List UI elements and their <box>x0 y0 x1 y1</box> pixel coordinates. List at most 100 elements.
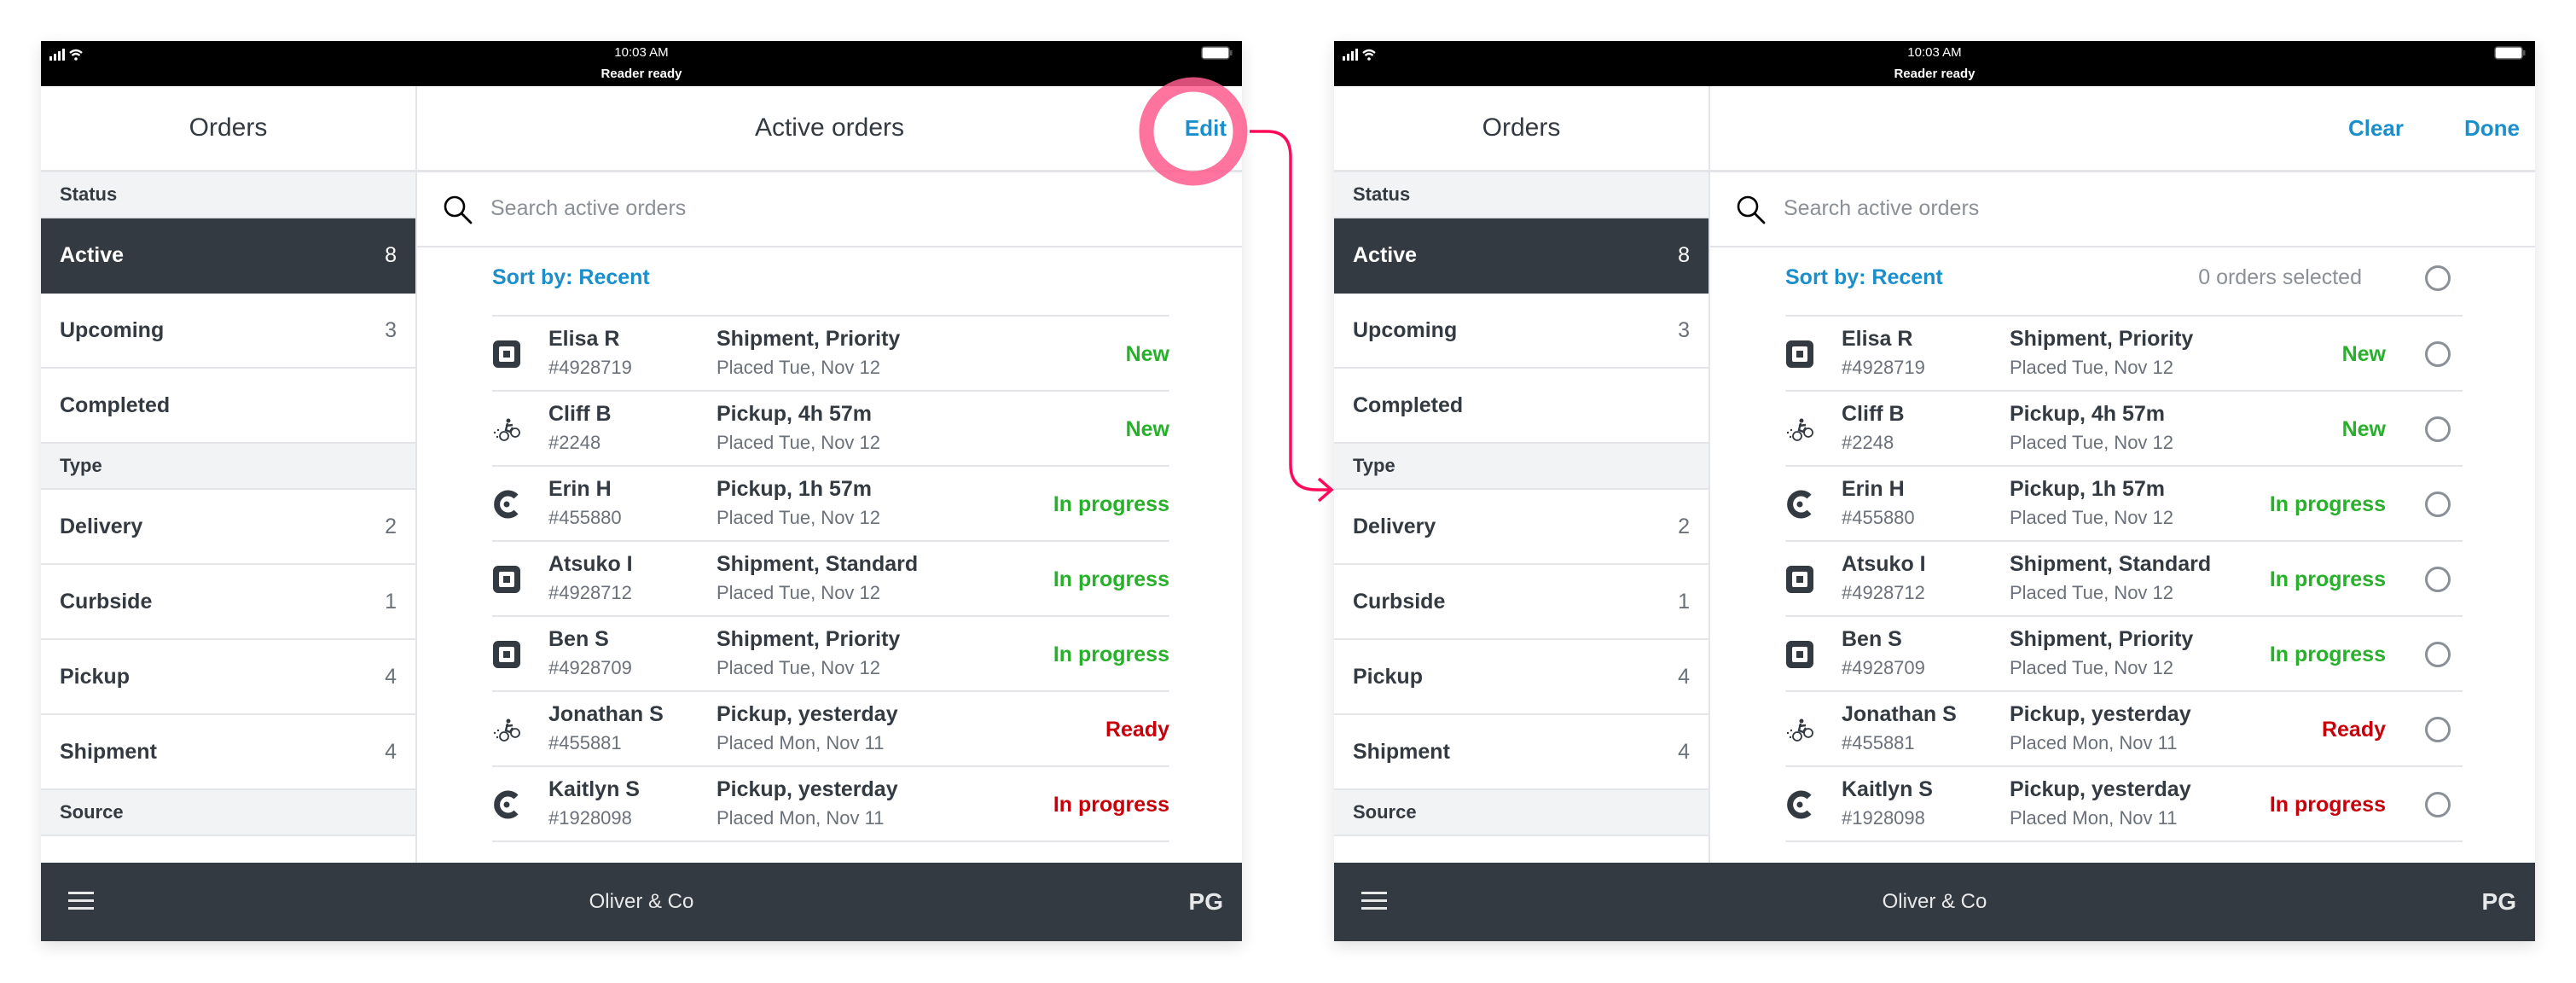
customer-name: Elisa R <box>1842 327 1913 351</box>
sidebar-item-label: Curbside <box>1353 589 1446 614</box>
orders-main-panel: Active orders Edit Sort by: Recent Elisa… <box>417 86 1242 863</box>
placed-date: Placed Tue, Nov 12 <box>717 357 881 378</box>
sidebar-item-upcoming[interactable]: Upcoming 3 <box>1334 294 1709 369</box>
orders-main-panel: Clear Done Sort by: Recent 0 orders sele… <box>1710 86 2535 863</box>
sidebar-title: Orders <box>1334 86 1709 172</box>
order-status: New <box>2341 417 2386 441</box>
placed-date: Placed Tue, Nov 12 <box>717 507 881 528</box>
sort-by-button[interactable]: Sort by: Recent <box>492 265 650 290</box>
order-row[interactable]: Kaitlyn S #1928098 Pickup, yesterday Placed… <box>492 767 1169 842</box>
sidebar-item-delivery[interactable]: Delivery 2 <box>41 490 415 565</box>
fulfillment-type: Shipment, Standard <box>717 552 919 576</box>
status-bar: 10:03 AM Reader ready <box>1334 41 2535 86</box>
search-bar <box>1710 172 2535 247</box>
caviar-c-icon <box>492 789 521 820</box>
main-header: Clear Done <box>1710 86 2535 172</box>
order-row[interactable]: Elisa R #4928719 Shipment, Priority Placed … <box>492 317 1169 392</box>
fulfillment-type: Pickup, 1h 57m <box>2010 477 2166 501</box>
order-row[interactable]: Kaitlyn S #1928098 Pickup, yesterday Placed… <box>1785 767 2463 842</box>
fulfillment-type: Pickup, 4h 57m <box>717 402 873 426</box>
bottom-bar: Oliver & Co PG <box>1334 863 2535 941</box>
sort-by-button[interactable]: Sort by: Recent <box>1785 265 1943 290</box>
user-avatar-initials[interactable]: PG <box>2482 863 2516 941</box>
square-logo-icon <box>492 339 521 369</box>
clear-button[interactable]: Clear <box>2348 86 2404 170</box>
search-bar <box>417 172 1242 247</box>
order-row[interactable]: Ben S #4928709 Shipment, Priority Placed Tu… <box>1785 617 2463 692</box>
order-number: #4928719 <box>1842 357 1925 378</box>
select-order-radio[interactable] <box>2425 717 2451 742</box>
orders-list: Sort by: Recent 0 orders selected Elisa … <box>1785 265 2463 842</box>
sidebar-item-count: 4 <box>1678 664 1690 689</box>
sidebar-item-shipment[interactable]: Shipment 4 <box>1334 715 1709 790</box>
customer-name: Cliff B <box>1842 402 1905 426</box>
select-order-radio[interactable] <box>2425 642 2451 667</box>
order-row[interactable]: Atsuko I #4928712 Shipment, Standard Placed… <box>492 542 1169 617</box>
order-row[interactable]: Ben S #4928709 Shipment, Priority Placed Tu… <box>492 617 1169 692</box>
sidebar-item-label: Shipment <box>60 739 157 764</box>
order-number: #1928098 <box>548 807 632 829</box>
select-order-radio[interactable] <box>2425 792 2451 817</box>
customer-name: Atsuko I <box>548 552 633 576</box>
sidebar-item-curbside[interactable]: Curbside 1 <box>1334 565 1709 640</box>
select-order-radio[interactable] <box>2425 341 2451 367</box>
sidebar-item-count: 8 <box>385 242 397 267</box>
order-row[interactable]: Erin H #455880 Pickup, 1h 57m Placed Tue, N… <box>1785 467 2463 542</box>
sidebar-item-shipment[interactable]: Shipment 4 <box>41 715 415 790</box>
edit-button[interactable]: Edit <box>1185 86 1227 170</box>
arrow-head-icon <box>1317 477 1334 503</box>
page-title: Active orders <box>754 113 905 142</box>
order-row[interactable]: Jonathan S #455881 Pickup, yesterday Placed… <box>1785 692 2463 767</box>
sidebar-item-upcoming[interactable]: Upcoming 3 <box>41 294 415 369</box>
sidebar-item-active[interactable]: Active 8 <box>41 218 415 294</box>
order-row[interactable]: Erin H #455880 Pickup, 1h 57m Placed Tue, N… <box>492 467 1169 542</box>
order-row[interactable]: Jonathan S #455881 Pickup, yesterday Placed… <box>492 692 1169 767</box>
ipad-screen-normal-mode: 10:03 AM Reader ready Orders Status Acti… <box>41 41 1242 941</box>
business-name: Oliver & Co <box>1882 890 1987 913</box>
search-input[interactable] <box>1784 189 2466 227</box>
customer-name: Ben S <box>1842 627 1902 651</box>
business-name: Oliver & Co <box>589 890 694 913</box>
customer-name: Elisa R <box>548 327 620 351</box>
order-status: In progress <box>1053 567 1169 591</box>
select-order-radio[interactable] <box>2425 567 2451 592</box>
sidebar-item-active[interactable]: Active 8 <box>1334 218 1709 294</box>
select-all-radio[interactable] <box>2425 265 2451 291</box>
sidebar-item-completed[interactable]: Completed <box>1334 369 1709 444</box>
sidebar-title: Orders <box>41 86 415 172</box>
search-icon <box>444 195 473 224</box>
filter-sidebar: Orders Status Active 8 Upcoming 3 Complete… <box>1334 86 1710 863</box>
sidebar-item-pickup[interactable]: Pickup 4 <box>41 640 415 715</box>
main-header: Active orders Edit <box>417 86 1242 172</box>
user-avatar-initials[interactable]: PG <box>1189 863 1223 941</box>
customer-name: Jonathan S <box>1842 702 1957 726</box>
sidebar-item-count: 3 <box>385 317 397 342</box>
customer-name: Cliff B <box>548 402 612 426</box>
sidebar-item-label: Upcoming <box>1353 317 1458 342</box>
order-row[interactable]: Cliff B #2248 Pickup, 4h 57m Placed Tue, No… <box>1785 392 2463 467</box>
sidebar-item-completed[interactable]: Completed <box>41 369 415 444</box>
sidebar-item-curbside[interactable]: Curbside 1 <box>41 565 415 640</box>
order-row[interactable]: Atsuko I #4928712 Shipment, Standard Placed… <box>1785 542 2463 617</box>
fulfillment-type: Pickup, 1h 57m <box>717 477 873 501</box>
sidebar-item-pickup[interactable]: Pickup 4 <box>1334 640 1709 715</box>
order-row[interactable]: Elisa R #4928719 Shipment, Priority Placed … <box>1785 317 2463 392</box>
order-row[interactable]: Cliff B #2248 Pickup, 4h 57m Placed Tue, No… <box>492 392 1169 467</box>
sidebar-item-label: Upcoming <box>60 317 165 342</box>
order-number: #4928709 <box>1842 657 1925 678</box>
search-input[interactable] <box>490 189 1173 227</box>
order-number: #2248 <box>1842 432 1894 453</box>
done-button[interactable]: Done <box>2464 86 2520 170</box>
order-number: #2248 <box>548 432 601 453</box>
customer-name: Ben S <box>548 627 609 651</box>
sidebar-item-delivery[interactable]: Delivery 2 <box>1334 490 1709 565</box>
order-number: #1928098 <box>1842 807 1925 829</box>
fulfillment-type: Shipment, Standard <box>2010 552 2212 576</box>
courier-bike-icon <box>492 414 521 445</box>
caviar-c-icon <box>1785 789 1814 820</box>
select-order-radio[interactable] <box>2425 416 2451 442</box>
sidebar-item-label: Completed <box>60 393 171 417</box>
battery-icon <box>2494 46 2526 60</box>
order-status: New <box>2341 342 2386 366</box>
select-order-radio[interactable] <box>2425 492 2451 517</box>
